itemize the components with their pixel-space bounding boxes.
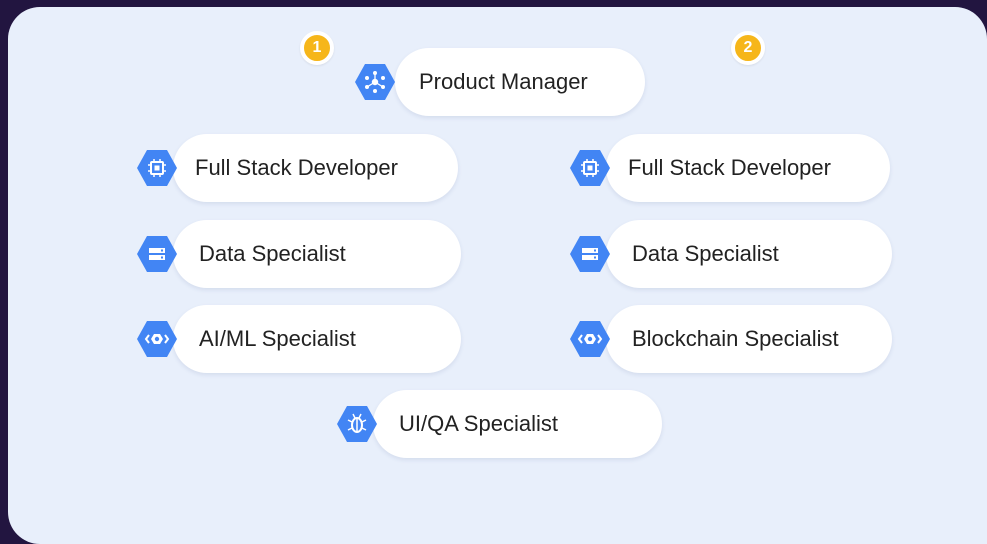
node-label: Full Stack Developer <box>195 155 398 180</box>
node-label: Product Manager <box>419 69 588 94</box>
team-1-badge: 1 <box>300 31 334 65</box>
chip-icon <box>570 149 610 187</box>
team-2-badge: 2 <box>731 31 765 65</box>
node-ai-ml-specialist: AI/ML Specialist <box>137 305 461 373</box>
node-pill: Full Stack Developer <box>606 134 890 202</box>
storage-icon <box>137 235 177 273</box>
node-pill: Data Specialist <box>173 220 461 288</box>
node-pill: AI/ML Specialist <box>173 305 461 373</box>
node-product-manager: Product Manager <box>355 48 645 116</box>
bug-icon <box>337 405 377 443</box>
node-label: Data Specialist <box>199 241 346 266</box>
chip-icon <box>137 149 177 187</box>
node-label: Blockchain Specialist <box>632 326 839 351</box>
node-pill: UI/QA Specialist <box>373 390 662 458</box>
node-pill: Data Specialist <box>606 220 892 288</box>
node-full-stack-developer-2: Full Stack Developer <box>570 134 890 202</box>
node-pill: Blockchain Specialist <box>606 305 892 373</box>
code-eye-icon <box>137 320 177 358</box>
node-full-stack-developer-1: Full Stack Developer <box>137 134 458 202</box>
storage-icon <box>570 235 610 273</box>
node-ui-qa-specialist: UI/QA Specialist <box>337 390 662 458</box>
node-pill: Full Stack Developer <box>173 134 458 202</box>
node-label: Full Stack Developer <box>628 155 831 180</box>
node-label: AI/ML Specialist <box>199 326 356 351</box>
network-hub-icon <box>355 63 395 101</box>
node-data-specialist-2: Data Specialist <box>570 220 892 288</box>
node-data-specialist-1: Data Specialist <box>137 220 461 288</box>
node-label: Data Specialist <box>632 241 779 266</box>
node-pill: Product Manager <box>395 48 645 116</box>
node-label: UI/QA Specialist <box>399 411 558 436</box>
code-eye-icon <box>570 320 610 358</box>
node-blockchain-specialist: Blockchain Specialist <box>570 305 892 373</box>
